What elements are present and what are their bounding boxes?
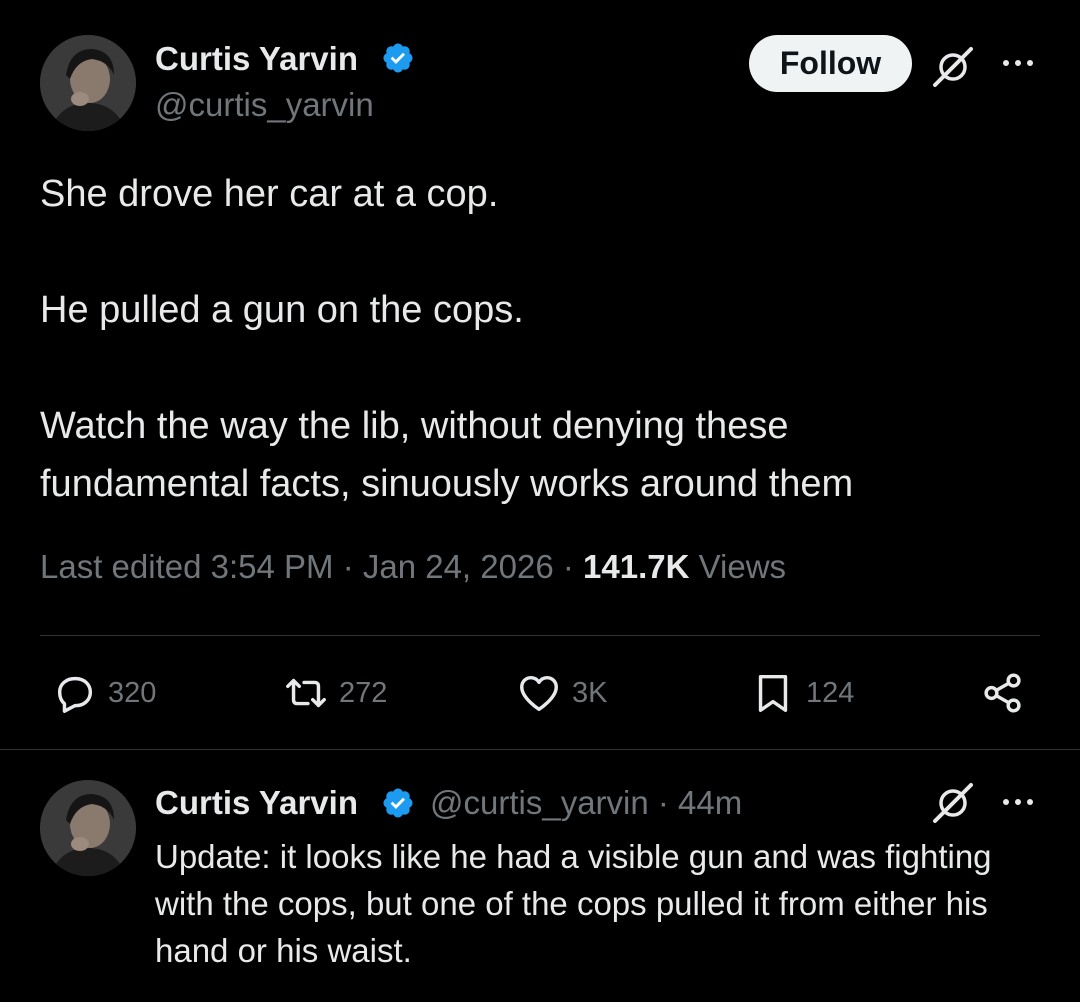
bookmark-icon bbox=[758, 674, 788, 712]
views-count: 141.7K bbox=[583, 548, 690, 585]
tweet-meta: Last edited 3:54 PM · Jan 24, 2026 · 141… bbox=[40, 548, 786, 586]
share-icon bbox=[984, 673, 1021, 713]
repost-icon bbox=[286, 678, 326, 708]
avatar-image bbox=[40, 35, 136, 131]
tweet-line: Watch the way the lib, without denying t… bbox=[40, 405, 854, 505]
more-icon[interactable] bbox=[1000, 795, 1040, 809]
verified-badge-icon bbox=[383, 43, 413, 73]
reply-count: 320 bbox=[108, 676, 157, 709]
reply-button[interactable]: 320 bbox=[52, 667, 156, 719]
repost-button[interactable]: 272 bbox=[283, 667, 387, 719]
follow-button[interactable]: Follow bbox=[749, 35, 912, 92]
tweet-line: He pulled a gun on the cops. bbox=[40, 289, 524, 331]
like-count: 3K bbox=[572, 676, 608, 709]
heart-icon bbox=[520, 675, 558, 712]
avatar-image bbox=[40, 780, 136, 876]
views-label: Views bbox=[689, 548, 787, 585]
grok-icon[interactable] bbox=[932, 46, 974, 88]
reply-author-name[interactable]: Curtis Yarvin bbox=[155, 784, 358, 822]
reply-handle-time[interactable]: @curtis_yarvin · 44m bbox=[430, 784, 742, 822]
divider bbox=[40, 635, 1040, 636]
bookmark-button[interactable]: 124 bbox=[750, 667, 854, 719]
reply-avatar[interactable] bbox=[40, 780, 136, 876]
avatar[interactable] bbox=[40, 35, 136, 131]
share-button[interactable] bbox=[980, 667, 1036, 719]
verified-badge-icon bbox=[383, 788, 413, 818]
repost-count: 272 bbox=[339, 676, 388, 709]
more-icon[interactable] bbox=[1000, 56, 1040, 70]
edited-timestamp[interactable]: Last edited 3:54 PM · Jan 24, 2026 · bbox=[40, 548, 583, 585]
tweet-text: She drove her car at a cop. He pulled a … bbox=[40, 165, 1040, 513]
tweet-line: She drove her car at a cop. bbox=[40, 173, 499, 215]
reply-icon bbox=[57, 676, 93, 713]
bookmark-count: 124 bbox=[806, 676, 855, 709]
author-name[interactable]: Curtis Yarvin bbox=[155, 40, 358, 78]
author-handle[interactable]: @curtis_yarvin bbox=[155, 86, 374, 124]
tweet-thread: Curtis Yarvin @curtis_yarvin Follow She … bbox=[0, 0, 1080, 1002]
grok-icon[interactable] bbox=[932, 782, 974, 824]
reply-tweet-text: Update: it looks like he had a visible g… bbox=[155, 838, 992, 969]
divider bbox=[0, 749, 1080, 750]
like-button[interactable]: 3K bbox=[516, 667, 607, 719]
